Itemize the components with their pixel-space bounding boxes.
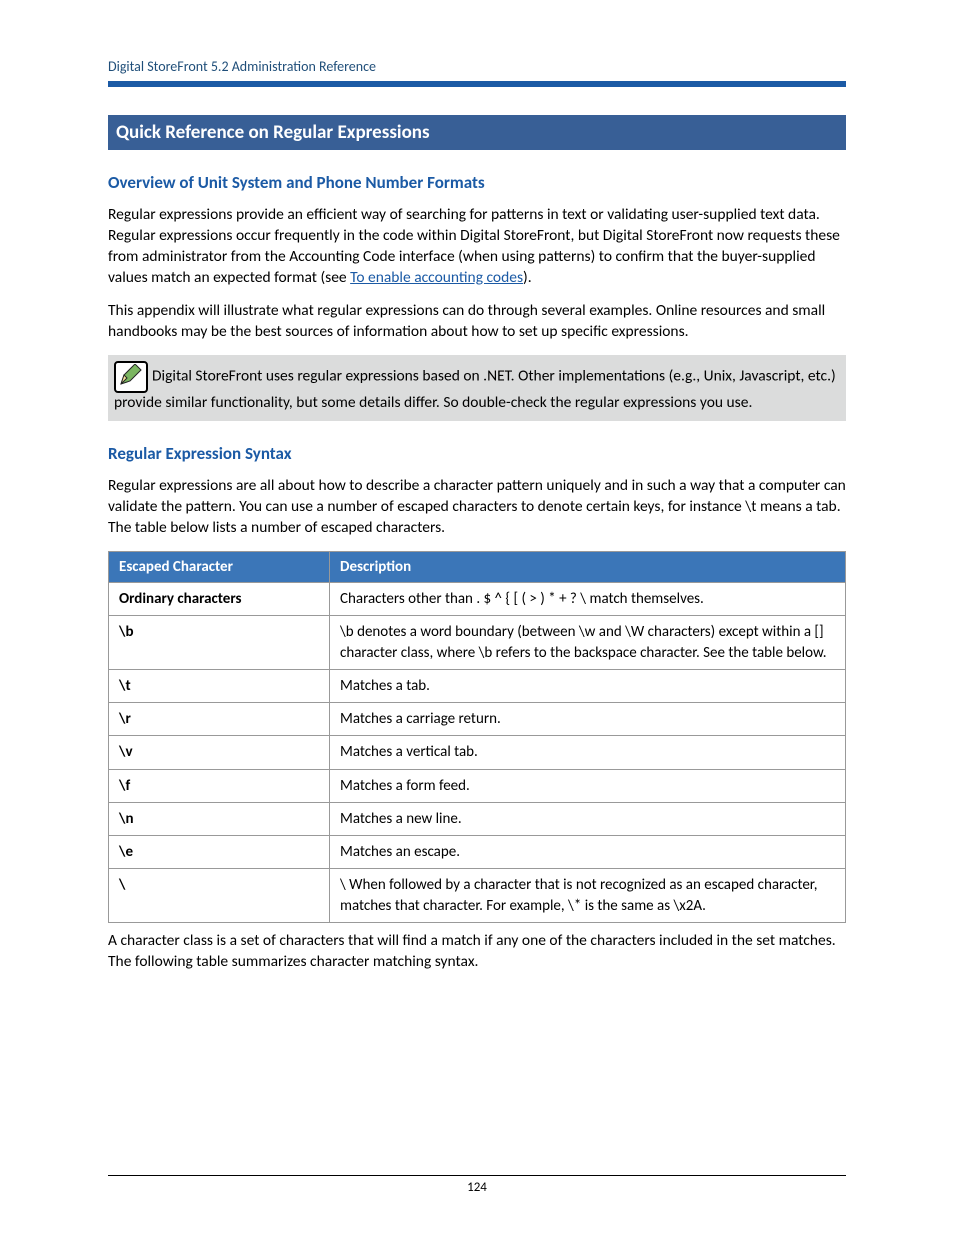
table-header-desc: Description bbox=[330, 552, 846, 583]
table-cell-desc: Matches a new line. bbox=[330, 802, 846, 835]
table-row: \f Matches a form feed. bbox=[109, 769, 846, 802]
table-cell-char: \v bbox=[109, 736, 330, 769]
overview-paragraph-2: This appendix will illustrate what regul… bbox=[108, 301, 846, 343]
page-footer: 124 bbox=[0, 1175, 954, 1195]
footer-rule bbox=[108, 1175, 846, 1176]
table-row: \e Matches an escape. bbox=[109, 836, 846, 869]
table-cell-desc: Matches a tab. bbox=[330, 669, 846, 702]
note-box: Digital StoreFront uses regular expressi… bbox=[108, 355, 846, 422]
table-header-char: Escaped Character bbox=[109, 552, 330, 583]
table-cell-desc: Matches a carriage return. bbox=[330, 703, 846, 736]
table-row: Ordinary characters Characters other tha… bbox=[109, 583, 846, 616]
table-cell-char: \f bbox=[109, 769, 330, 802]
doc-header: Digital StoreFront 5.2 Administration Re… bbox=[108, 58, 846, 75]
syntax-heading: Regular Expression Syntax bbox=[108, 443, 846, 464]
table-row: \r Matches a carriage return. bbox=[109, 703, 846, 736]
table-cell-desc: Characters other than . $ ^ { [ ( > ) * … bbox=[330, 583, 846, 616]
table-row: \t Matches a tab. bbox=[109, 669, 846, 702]
overview-heading: Overview of Unit System and Phone Number… bbox=[108, 172, 846, 193]
table-cell-char: \r bbox=[109, 703, 330, 736]
table-row: \b \b denotes a word boundary (between \… bbox=[109, 616, 846, 670]
page-number: 124 bbox=[467, 1180, 487, 1195]
escaped-char-table: Escaped Character Description Ordinary c… bbox=[108, 551, 846, 923]
syntax-intro: Regular expressions are all about how to… bbox=[108, 476, 846, 539]
table-cell-desc: Matches a vertical tab. bbox=[330, 736, 846, 769]
table-row: \v Matches a vertical tab. bbox=[109, 736, 846, 769]
table-cell-desc: \ When followed by a character that is n… bbox=[330, 869, 846, 923]
page: Digital StoreFront 5.2 Administration Re… bbox=[0, 0, 954, 1235]
table-cell-char: \t bbox=[109, 669, 330, 702]
pencil-note-icon bbox=[114, 361, 148, 393]
table-cell-char: \ bbox=[109, 869, 330, 923]
section-banner: Quick Reference on Regular Expressions bbox=[108, 115, 846, 150]
overview-paragraph-1: Regular expressions provide an efficient… bbox=[108, 205, 846, 289]
table-cell-desc: \b denotes a word boundary (between \w a… bbox=[330, 616, 846, 670]
overview-p1-text-b: ). bbox=[523, 268, 532, 287]
table-cell-char: \e bbox=[109, 836, 330, 869]
table-cell-desc: Matches an escape. bbox=[330, 836, 846, 869]
table-cell-char: \n bbox=[109, 802, 330, 835]
note-text: Digital StoreFront uses regular expressi… bbox=[114, 366, 836, 411]
table-cell-char: \b bbox=[109, 616, 330, 670]
table-cell-desc: Matches a form feed. bbox=[330, 769, 846, 802]
header-rule bbox=[108, 81, 846, 87]
enable-accounting-codes-link[interactable]: To enable accounting codes bbox=[350, 268, 523, 287]
table-row: \n Matches a new line. bbox=[109, 802, 846, 835]
syntax-outro: A character class is a set of characters… bbox=[108, 931, 846, 973]
table-cell-char: Ordinary characters bbox=[109, 583, 330, 616]
table-row: \ \ When followed by a character that is… bbox=[109, 869, 846, 923]
